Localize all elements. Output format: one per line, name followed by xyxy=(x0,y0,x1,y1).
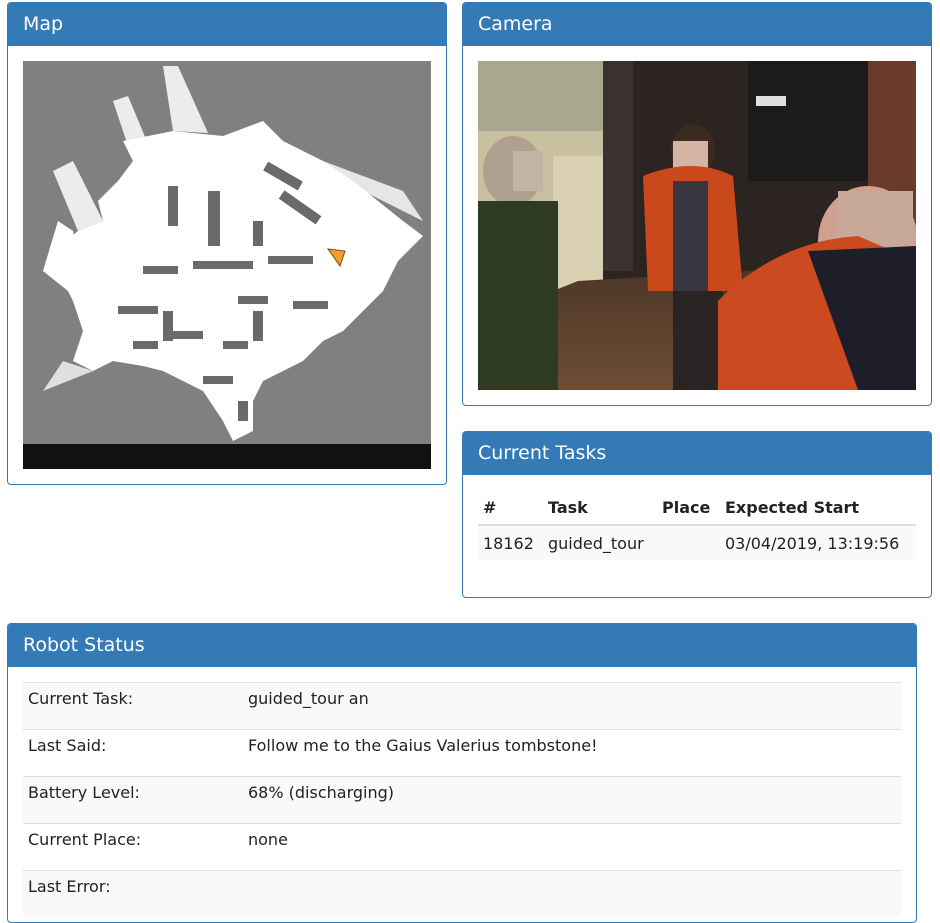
status-value: guided_tour an xyxy=(243,682,901,730)
tasks-panel: Current Tasks # Task Place Expected Star… xyxy=(462,431,932,598)
camera-panel-title: Camera xyxy=(463,3,931,46)
status-row-last-said: Last Said: Follow me to the Gaius Valeri… xyxy=(23,729,901,777)
task-expected-start-cell: 03/04/2019, 13:19:56 xyxy=(720,524,916,560)
status-label: Last Error: xyxy=(23,870,243,917)
tasks-table: # Task Place Expected Start 18162 guided… xyxy=(478,492,916,560)
column-header-place: Place xyxy=(657,492,720,526)
robot-status-title: Robot Status xyxy=(8,624,916,667)
status-label: Current Place: xyxy=(23,823,243,871)
status-label: Last Said: xyxy=(23,729,243,777)
column-header-expected-start: Expected Start xyxy=(720,492,916,526)
map-panel: Map xyxy=(7,2,447,485)
status-value: Follow me to the Gaius Valerius tombston… xyxy=(243,729,901,777)
status-label: Battery Level: xyxy=(23,776,243,824)
status-row-battery-level: Battery Level: 68% (discharging) xyxy=(23,776,901,824)
status-label: Current Task: xyxy=(23,682,243,730)
task-place-cell xyxy=(657,524,720,560)
status-value xyxy=(243,870,901,917)
camera-feed-image xyxy=(478,61,916,390)
task-id-cell: 18162 xyxy=(478,524,543,560)
status-row-current-place: Current Place: none xyxy=(23,823,901,871)
tasks-panel-title: Current Tasks xyxy=(463,432,931,475)
status-row-current-task: Current Task: guided_tour an xyxy=(23,682,901,730)
status-value: none xyxy=(243,823,901,871)
status-value: 68% (discharging) xyxy=(243,776,901,824)
map-panel-title: Map xyxy=(8,3,446,46)
camera-panel: Camera xyxy=(462,2,932,406)
column-header-id: # xyxy=(478,492,543,526)
table-row: 18162 guided_tour 03/04/2019, 13:19:56 xyxy=(478,524,916,560)
map-view[interactable] xyxy=(23,61,431,469)
occupancy-grid-map xyxy=(23,61,431,469)
column-header-task: Task xyxy=(543,492,657,526)
status-row-last-error: Last Error: xyxy=(23,870,901,917)
camera-frame xyxy=(478,61,916,390)
robot-status-panel: Robot Status Current Task: guided_tour a… xyxy=(7,623,917,923)
tasks-table-header: # Task Place Expected Start xyxy=(478,492,916,526)
robot-status-table: Current Task: guided_tour an Last Said: … xyxy=(23,682,901,917)
task-name-cell: guided_tour xyxy=(543,524,657,560)
